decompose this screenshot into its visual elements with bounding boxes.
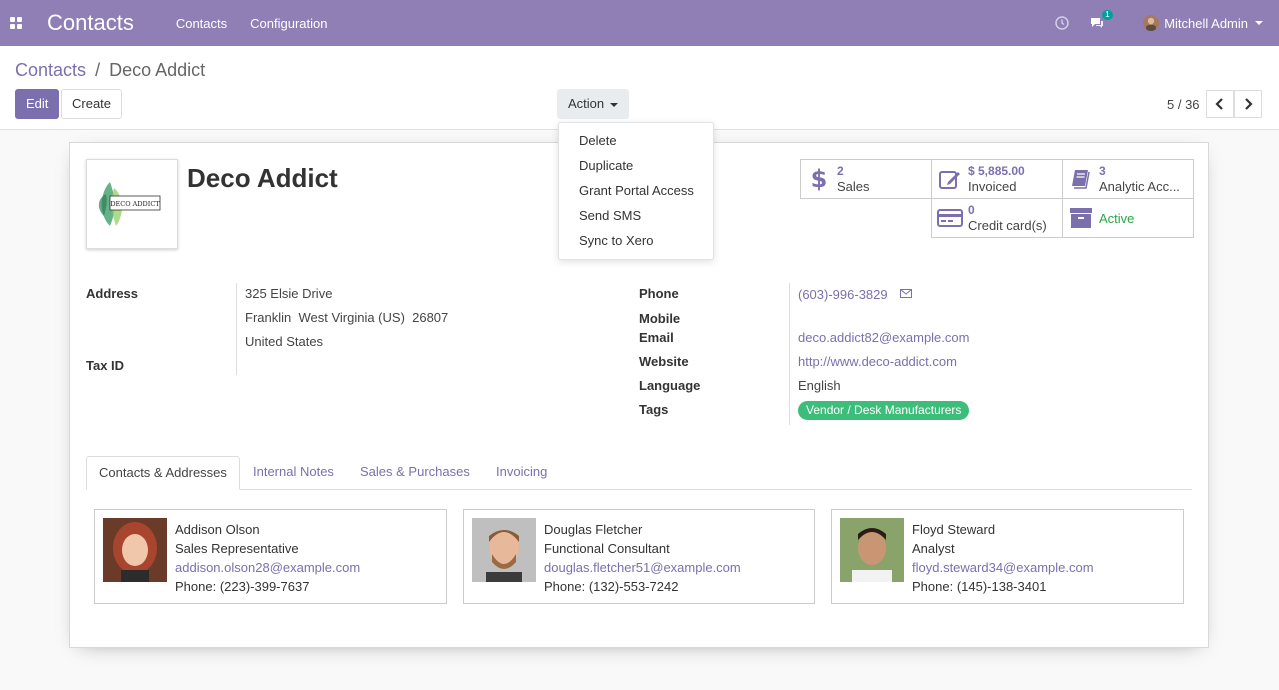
contact-photo <box>472 518 536 582</box>
notebook-tabs: Contacts & Addresses Internal Notes Sale… <box>86 456 1192 490</box>
action-dropdown-menu: Delete Duplicate Grant Portal Access Sen… <box>558 122 714 260</box>
sales-count: 2 <box>837 164 844 178</box>
pager-next-button[interactable] <box>1234 90 1262 118</box>
pager-previous-button[interactable] <box>1206 90 1234 118</box>
pencil-icon <box>932 168 968 190</box>
partner-logo[interactable]: DECO ADDICT <box>86 159 178 249</box>
analytic-accounts-smart-button[interactable]: 3 Analytic Acc... <box>1062 159 1194 199</box>
tab-sales-purchases[interactable]: Sales & Purchases <box>348 456 482 490</box>
logo-text: DECO ADDICT <box>110 200 160 208</box>
contact-phone: Phone: (132)-553-7242 <box>544 579 679 594</box>
edit-button[interactable]: Edit <box>15 89 60 119</box>
tags-label: Tags <box>639 402 669 417</box>
contact-phone: Phone: (223)-399-7637 <box>175 579 310 594</box>
dollar-icon: $ <box>801 166 837 192</box>
action-label: Action <box>568 96 605 111</box>
divider <box>236 283 237 375</box>
create-button[interactable]: Create <box>61 89 123 119</box>
action-sync-to-xero[interactable]: Sync to Xero <box>559 231 713 256</box>
chevron-right-icon <box>1245 98 1253 110</box>
language-value: English <box>798 378 841 393</box>
phone-label: Phone <box>639 286 679 301</box>
envelope-icon[interactable] <box>900 287 912 302</box>
invoiced-amount: $ 5,885.00 <box>968 164 1025 178</box>
partner-name: Deco Addict <box>187 163 338 193</box>
tab-internal-notes[interactable]: Internal Notes <box>241 456 346 490</box>
user-avatar <box>1143 15 1160 31</box>
active-label: Active <box>1099 210 1135 226</box>
credit-cards-smart-button[interactable]: 0 Credit card(s) <box>931 198 1063 238</box>
action-grant-portal-access[interactable]: Grant Portal Access <box>559 181 713 206</box>
divider <box>789 283 790 425</box>
smart-buttons: $ 2 Sales $ 5,885.00 Invoiced 3 Analytic… <box>800 159 1194 239</box>
credit-count: 0 <box>968 203 975 217</box>
contact-name: Floyd Steward <box>912 522 996 537</box>
svg-text:$: $ <box>811 166 827 192</box>
tab-contacts-addresses[interactable]: Contacts & Addresses <box>86 456 240 490</box>
sales-smart-button[interactable]: $ 2 Sales <box>800 159 932 199</box>
address-city: Franklin West Virginia (US) 26807 <box>245 310 449 325</box>
contact-card[interactable]: Floyd Steward Analyst floyd.steward34@ex… <box>831 509 1184 604</box>
contact-card[interactable]: Douglas Fletcher Functional Consultant d… <box>463 509 815 604</box>
pager-value[interactable]: 5 / 36 <box>1167 97 1200 112</box>
phone-value[interactable]: (603)-996-3829 <box>798 287 888 302</box>
contact-phone: Phone: (145)-138-3401 <box>912 579 1047 594</box>
credit-card-icon <box>932 208 968 228</box>
caret-down-icon <box>610 102 619 107</box>
invoiced-smart-button[interactable]: $ 5,885.00 Invoiced <box>931 159 1063 199</box>
address-street: 325 Elsie Drive <box>245 286 333 301</box>
tag-badge[interactable]: Vendor / Desk Manufacturers <box>798 401 970 420</box>
action-send-sms[interactable]: Send SMS <box>559 206 713 231</box>
contact-email[interactable]: douglas.fletcher51@example.com <box>544 558 741 577</box>
mobile-label: Mobile <box>639 311 681 326</box>
breadcrumb-separator: / <box>95 60 101 80</box>
address-label: Address <box>86 286 139 301</box>
contact-role: Sales Representative <box>175 541 299 556</box>
language-label: Language <box>639 378 701 393</box>
contact-photo <box>103 518 167 582</box>
contact-card[interactable]: Addison Olson Sales Representative addis… <box>94 509 447 604</box>
app-title[interactable]: Contacts <box>47 10 134 36</box>
website-label: Website <box>639 354 689 369</box>
tab-invoicing[interactable]: Invoicing <box>484 456 559 490</box>
action-delete[interactable]: Delete <box>559 131 713 156</box>
contact-name: Douglas Fletcher <box>544 522 643 537</box>
active-toggle-button[interactable]: Active <box>1062 198 1194 238</box>
messages-badge: 1 <box>1102 10 1113 20</box>
breadcrumb-contacts[interactable]: Contacts <box>15 60 86 80</box>
analytic-count: 3 <box>1099 164 1106 178</box>
contact-role: Functional Consultant <box>544 541 670 556</box>
contact-photo <box>840 518 904 582</box>
email-label: Email <box>639 330 674 345</box>
contact-email[interactable]: floyd.steward34@example.com <box>912 558 1094 577</box>
email-value[interactable]: deco.addict82@example.com <box>798 330 969 345</box>
apps-grid-icon[interactable] <box>1 0 31 46</box>
sales-label: Sales <box>837 179 870 194</box>
control-panel: Contacts / Deco Addict Edit Create Actio… <box>0 46 1279 130</box>
action-dropdown-button[interactable]: Action <box>557 89 630 119</box>
chevron-left-icon <box>1215 98 1223 110</box>
tax-id-label: Tax ID <box>86 358 125 373</box>
activity-clock-icon[interactable] <box>1055 16 1069 30</box>
book-icon <box>1063 168 1099 190</box>
website-value[interactable]: http://www.deco-addict.com <box>798 354 957 369</box>
breadcrumb-current: Deco Addict <box>109 60 206 80</box>
chat-icon[interactable]: 1 <box>1089 10 1113 30</box>
contact-name: Addison Olson <box>175 522 260 537</box>
user-name: Mitchell Admin <box>1164 15 1248 31</box>
chevron-down-icon <box>1255 21 1263 25</box>
contact-email[interactable]: addison.olson28@example.com <box>175 558 360 577</box>
action-duplicate[interactable]: Duplicate <box>559 156 713 181</box>
archive-icon <box>1063 207 1099 229</box>
top-navbar: Contacts Contacts Configuration 1 Mitche… <box>0 0 1279 46</box>
user-menu[interactable]: Mitchell Admin <box>1143 15 1263 31</box>
breadcrumb: Contacts / Deco Addict <box>15 60 205 81</box>
menu-configuration[interactable]: Configuration <box>250 16 327 31</box>
analytic-label: Analytic Acc... <box>1099 179 1180 194</box>
menu-contacts[interactable]: Contacts <box>176 16 227 31</box>
contact-role: Analyst <box>912 541 955 556</box>
address-country: United States <box>245 334 324 349</box>
credit-label: Credit card(s) <box>968 218 1047 233</box>
invoiced-label: Invoiced <box>968 179 1017 194</box>
